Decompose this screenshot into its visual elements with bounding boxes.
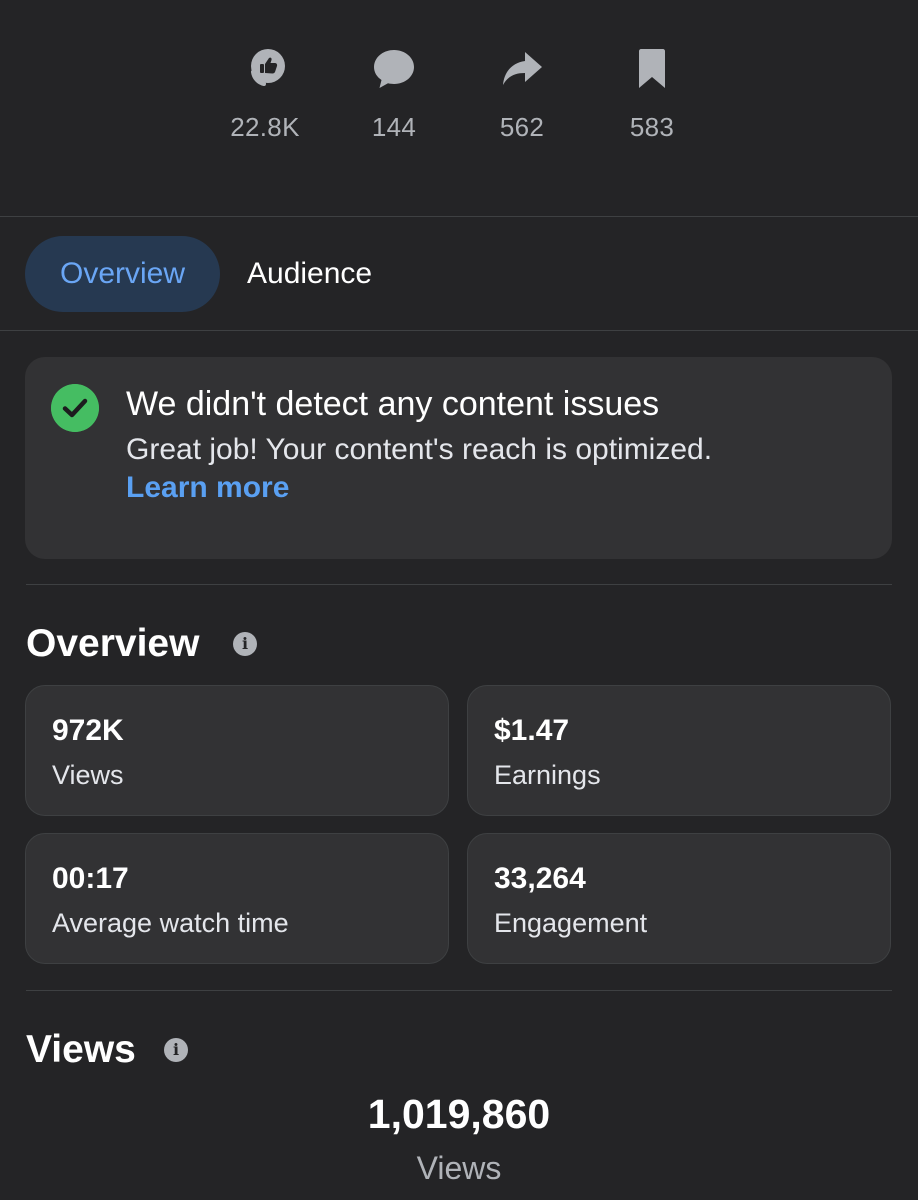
share-icon (503, 52, 542, 85)
divider (0, 216, 918, 217)
tab-overview[interactable]: Overview (25, 236, 220, 312)
like-reaction-icon (251, 49, 285, 86)
metric-label: Earnings (494, 760, 601, 790)
post-insights-page: 22.8K 144 562 583 Overview Audience We d… (0, 0, 918, 1200)
metric-card-earnings[interactable]: $1.47 Earnings (467, 685, 891, 816)
comments-count: 144 (371, 112, 417, 142)
shares-count: 562 (499, 112, 545, 142)
tab-audience[interactable]: Audience (247, 236, 372, 312)
metric-card-average-watch-time[interactable]: 00:17 Average watch time (25, 833, 449, 964)
metric-value: 00:17 (52, 862, 129, 895)
views-total-label: Views (416, 1150, 502, 1186)
saves-count: 583 (629, 112, 675, 142)
shares-stat[interactable]: 562 (467, 0, 577, 143)
metric-value: 33,264 (494, 862, 586, 895)
divider (26, 584, 892, 585)
reactions-count: 22.8K (230, 112, 300, 142)
notice-description: Great job! Your content's reach is optim… (126, 433, 713, 466)
learn-more-link[interactable]: Learn more (126, 471, 289, 505)
divider (0, 330, 918, 331)
metric-card-views[interactable]: 972K Views (25, 685, 449, 816)
metric-label: Engagement (494, 908, 648, 938)
content-issues-notice: We didn't detect any content issues Grea… (25, 357, 892, 559)
info-icon[interactable]: i (233, 632, 257, 656)
metric-value: $1.47 (494, 714, 570, 747)
checkmark-icon (51, 384, 99, 432)
reactions-stat[interactable]: 22.8K (210, 0, 320, 143)
notice-title: We didn't detect any content issues (126, 385, 660, 423)
views-total-value: 1,019,860 (367, 1091, 551, 1137)
bookmark-icon (639, 49, 665, 88)
metric-label: Average watch time (52, 908, 289, 938)
comment-icon (374, 50, 414, 88)
metric-card-engagement[interactable]: 33,264 Engagement (467, 833, 891, 964)
engagement-stats-row: 22.8K 144 562 583 (0, 0, 918, 217)
views-section-title: Views (26, 1028, 136, 1071)
comments-stat[interactable]: 144 (339, 0, 449, 143)
divider (26, 990, 892, 991)
metric-value: 972K (52, 714, 124, 747)
overview-section-title: Overview (26, 622, 200, 665)
saves-stat[interactable]: 583 (597, 0, 707, 143)
info-icon[interactable]: i (164, 1038, 188, 1062)
metric-label: Views (52, 760, 124, 790)
